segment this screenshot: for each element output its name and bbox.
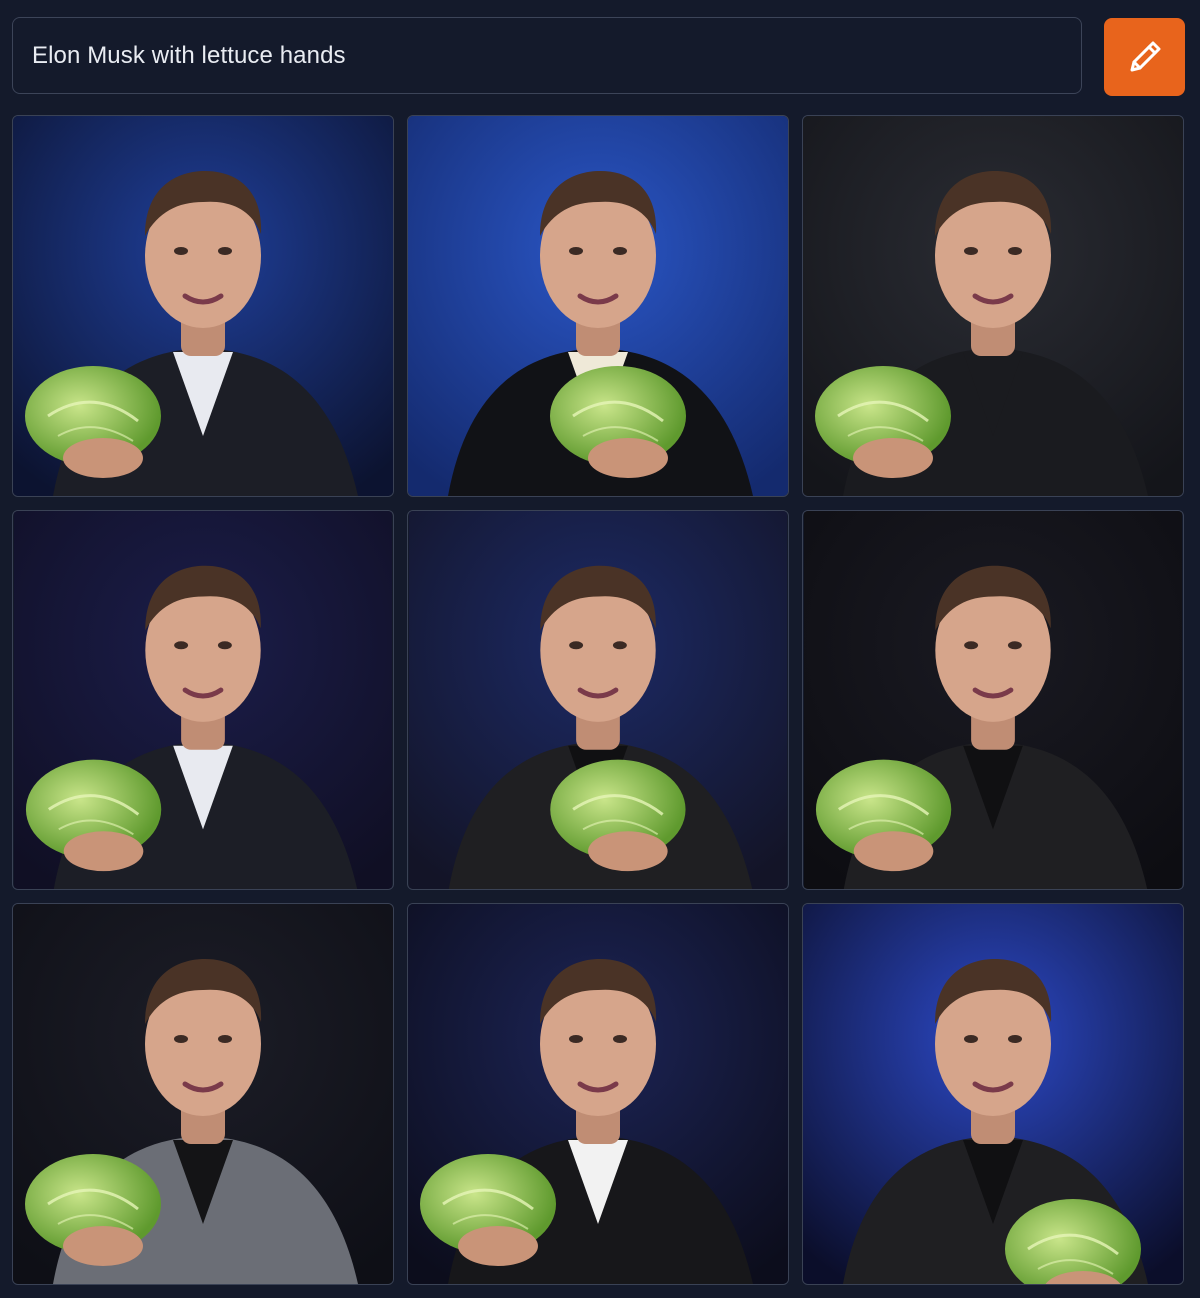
result-image-8[interactable]: [407, 903, 789, 1285]
result-image-7-art: [13, 904, 393, 1284]
result-image-5-art: [409, 511, 787, 889]
result-image-2-art: [408, 116, 788, 496]
result-image-8-art: [408, 904, 788, 1284]
result-image-4-art: [14, 511, 392, 889]
edit-prompt-button[interactable]: [1104, 18, 1185, 96]
eye: [569, 247, 583, 255]
result-image-5[interactable]: [407, 510, 789, 890]
hand: [63, 1226, 143, 1266]
eye: [217, 641, 232, 650]
result-image-3[interactable]: [802, 115, 1184, 497]
eye: [612, 641, 627, 650]
hand: [853, 438, 933, 478]
result-image-6-art: [804, 511, 1182, 889]
result-image-2[interactable]: [407, 115, 789, 497]
results-grid: [12, 115, 1187, 1285]
hand: [63, 438, 143, 478]
hand: [458, 1226, 538, 1266]
eye: [569, 1035, 583, 1043]
result-image-1[interactable]: [12, 115, 394, 497]
eye: [218, 1035, 232, 1043]
eye: [964, 1035, 978, 1043]
hand: [63, 831, 144, 872]
eye: [964, 247, 978, 255]
pencil-icon: [1130, 41, 1160, 72]
hand: [588, 438, 668, 478]
result-image-9[interactable]: [802, 903, 1184, 1285]
eye: [1008, 247, 1022, 255]
eye: [569, 641, 584, 650]
result-image-6[interactable]: [802, 510, 1184, 890]
prompt-input[interactable]: Elon Musk with lettuce hands: [12, 17, 1082, 94]
eye: [218, 247, 232, 255]
prompt-text: Elon Musk with lettuce hands: [32, 41, 346, 69]
result-image-4[interactable]: [12, 510, 394, 890]
result-image-9-art: [803, 904, 1183, 1284]
eye: [174, 1035, 188, 1043]
eye: [1007, 641, 1022, 650]
result-image-7[interactable]: [12, 903, 394, 1285]
eye: [964, 641, 979, 650]
eye: [613, 1035, 627, 1043]
eye: [613, 247, 627, 255]
eye: [174, 247, 188, 255]
result-image-3-art: [803, 116, 1183, 496]
hand: [853, 831, 934, 872]
hand: [588, 831, 668, 872]
eye: [1008, 1035, 1022, 1043]
result-image-1-art: [13, 116, 393, 496]
eye: [174, 641, 189, 650]
